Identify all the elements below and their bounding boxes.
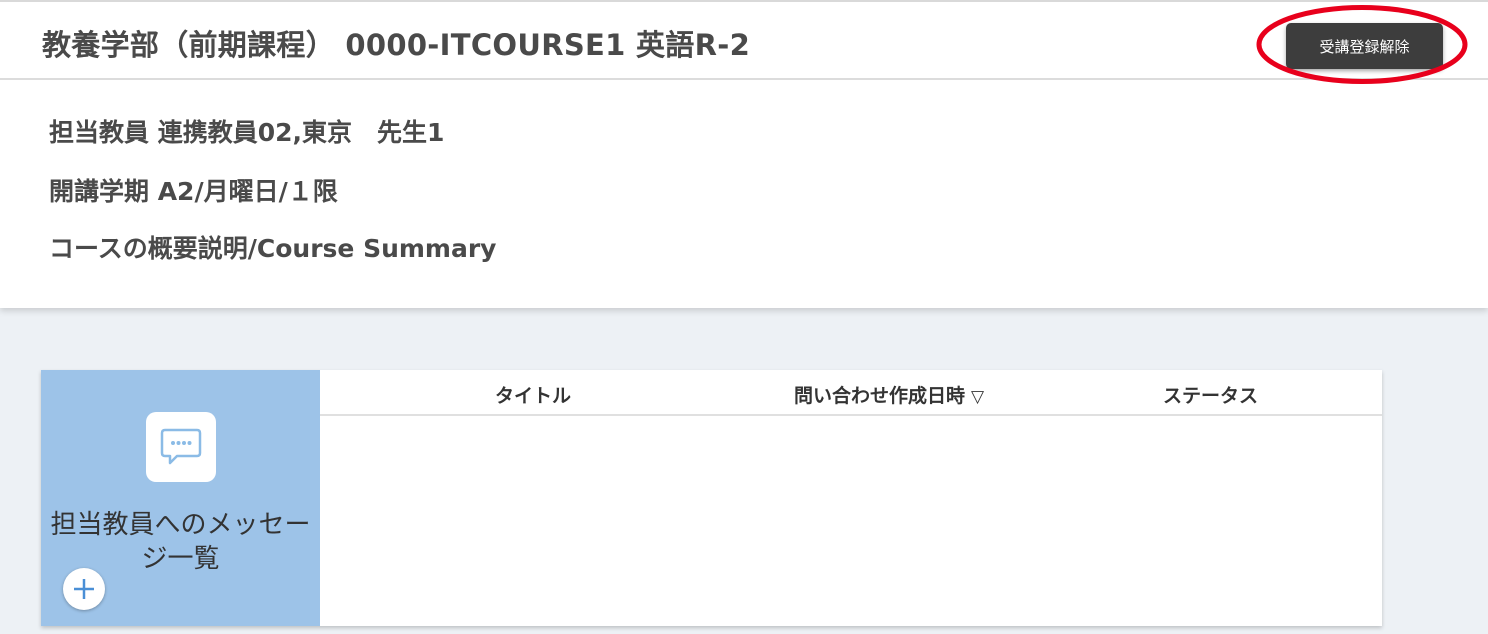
term-info: 開講学期 A2/月曜日/１限 — [49, 177, 338, 206]
column-header-created[interactable]: 問い合わせ作成日時 ▽ — [794, 381, 984, 408]
course-summary-link[interactable]: コースの概要説明/Course Summary — [49, 229, 496, 265]
plus-icon — [74, 579, 94, 599]
add-message-button[interactable] — [63, 568, 105, 610]
message-table-header: タイトル 問い合わせ作成日時 ▽ ステータス — [320, 370, 1382, 416]
column-header-created-label: 問い合わせ作成日時 — [794, 385, 966, 407]
message-panel: 担当教員へのメッセージ一覧 タイトル 問い合わせ作成日時 ▽ ステータス — [41, 370, 1382, 626]
teacher-info: 担当教員 連携教員02,東京 先生1 — [49, 118, 445, 147]
chat-bubble-icon — [146, 412, 216, 482]
unregister-button[interactable]: 受講登録解除 — [1286, 23, 1443, 69]
message-list-card[interactable]: 担当教員へのメッセージ一覧 — [41, 370, 320, 626]
course-title: 教養学部（前期課程） 0000-ITCOURSE1 英語R-2 — [42, 28, 751, 62]
column-header-title[interactable]: タイトル — [495, 381, 571, 408]
column-header-status[interactable]: ステータス — [1163, 381, 1258, 408]
sort-triangle-icon: ▽ — [971, 387, 985, 407]
course-header: 教養学部（前期課程） 0000-ITCOURSE1 英語R-2 受講登録解除 — [0, 0, 1488, 84]
message-list-title: 担当教員へのメッセージ一覧 — [50, 510, 311, 574]
course-info-section: 教養学部（前期課程） 0000-ITCOURSE1 英語R-2 受講登録解除 担… — [0, 0, 1488, 308]
